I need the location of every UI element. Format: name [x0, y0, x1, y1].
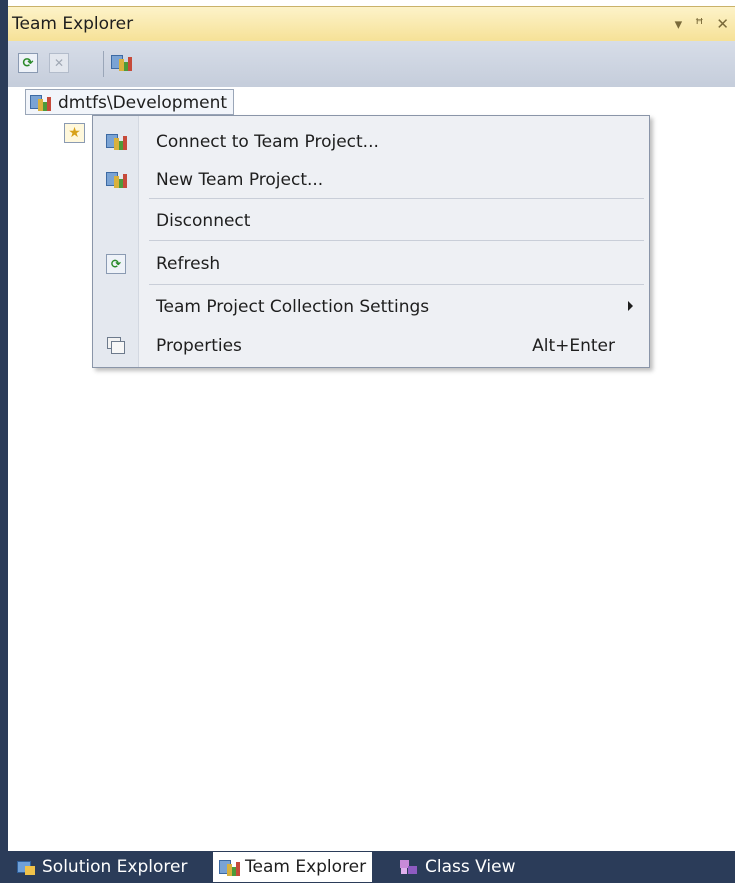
tab-team-explorer[interactable]: Team Explorer: [213, 852, 373, 882]
menu-item-label: Refresh: [156, 254, 221, 274]
refresh-button[interactable]: ⟳: [18, 53, 38, 73]
close-icon[interactable]: ✕: [716, 15, 733, 33]
submenu-arrow-icon: [628, 301, 633, 311]
bottom-tab-bar: Solution Explorer Team Explorer Class Vi…: [0, 851, 735, 883]
menu-item-label: Team Project Collection Settings: [156, 297, 430, 317]
tab-label: Team Explorer: [245, 857, 367, 877]
menu-item-connect-to-team-project[interactable]: Connect to Team Project...: [93, 124, 649, 160]
menu-item-properties[interactable]: Properties Alt+Enter: [93, 328, 649, 364]
connect-icon: [106, 132, 128, 152]
context-menu: Connect to Team Project... New Team Proj…: [92, 115, 650, 368]
dropdown-icon[interactable]: ▾: [675, 15, 687, 33]
server-icon: [30, 93, 52, 113]
menu-separator: [149, 240, 644, 241]
toolbar-separator: [103, 51, 104, 77]
menu-item-label: Disconnect: [156, 211, 251, 231]
panel-controls: ▾ ꟸ ✕: [675, 15, 733, 33]
menu-separator: [149, 198, 644, 199]
stop-icon: ✕: [53, 56, 65, 70]
menu-item-disconnect[interactable]: Disconnect: [93, 203, 649, 239]
class-view-icon: [399, 858, 419, 876]
menu-item-refresh[interactable]: ⟳ Refresh: [93, 246, 649, 282]
panel-title: Team Explorer: [12, 14, 134, 34]
favorites-icon[interactable]: ★: [64, 123, 85, 143]
properties-icon: [106, 336, 128, 356]
tab-label: Solution Explorer: [42, 857, 188, 877]
menu-item-team-project-collection-settings[interactable]: Team Project Collection Settings: [93, 289, 649, 325]
connect-server-icon: [111, 53, 133, 73]
menu-item-new-team-project[interactable]: New Team Project...: [93, 162, 649, 198]
panel-title-bar: Team Explorer ▾ ꟸ ✕: [8, 6, 735, 41]
solution-explorer-icon: [16, 858, 36, 876]
team-explorer-panel: Team Explorer ▾ ꟸ ✕ ⟳ ✕ dmtfs\Developmen…: [8, 0, 735, 883]
tab-class-view[interactable]: Class View: [393, 852, 521, 882]
team-explorer-icon: [219, 858, 240, 876]
tab-solution-explorer[interactable]: Solution Explorer: [10, 852, 193, 882]
tab-label: Class View: [425, 857, 516, 877]
menu-item-shortcut: Alt+Enter: [532, 336, 615, 356]
menu-item-label: Properties: [156, 336, 242, 356]
menu-item-label: New Team Project...: [156, 170, 324, 190]
menu-separator: [149, 284, 644, 285]
refresh-icon: ⟳: [22, 55, 34, 71]
connect-server-button[interactable]: [111, 53, 133, 73]
refresh-icon: ⟳: [106, 254, 128, 274]
menu-item-label: Connect to Team Project...: [156, 132, 379, 152]
tree-root-label: dmtfs\Development: [58, 93, 228, 113]
stop-button[interactable]: ✕: [49, 53, 69, 73]
pin-icon[interactable]: ꟸ: [695, 15, 708, 33]
tree-root-node[interactable]: dmtfs\Development: [25, 89, 235, 115]
new-project-icon: [106, 170, 128, 190]
toolbar: ⟳ ✕: [8, 41, 735, 87]
